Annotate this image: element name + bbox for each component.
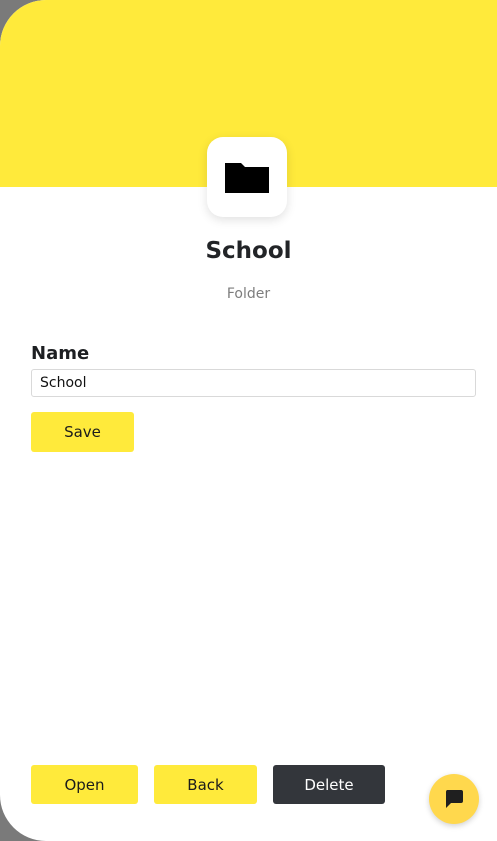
chat-button[interactable]	[429, 774, 479, 824]
folder-icon-tile	[207, 137, 287, 217]
back-button[interactable]: Back	[154, 765, 257, 804]
item-type-label: Folder	[226, 286, 271, 302]
open-button[interactable]: Open	[31, 765, 138, 804]
delete-button[interactable]: Delete	[273, 765, 385, 804]
folder-icon	[225, 163, 269, 193]
folder-detail-screen: School Folder Name Save Open Back Delete	[0, 0, 497, 841]
page-title: School	[205, 238, 292, 264]
chat-bubble-icon	[445, 790, 463, 808]
save-button[interactable]: Save	[31, 412, 134, 452]
name-input[interactable]	[31, 369, 476, 397]
name-field-label: Name	[31, 343, 90, 364]
